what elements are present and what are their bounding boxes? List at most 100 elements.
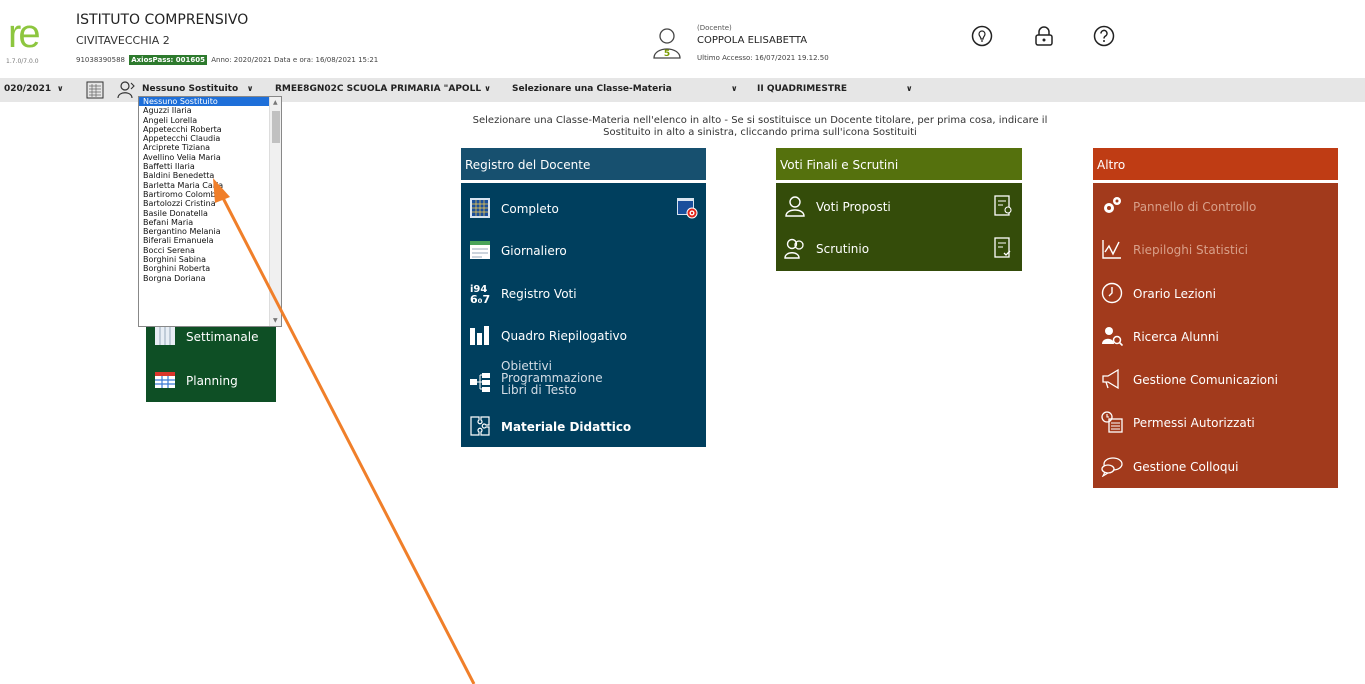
planning-icon <box>155 372 175 388</box>
dropdown-option[interactable]: Biferali Emanuela <box>139 236 281 245</box>
app-version: 1.7.0/7.0.0 <box>6 58 39 65</box>
dropdown-option[interactable]: Bocci Serena <box>139 246 281 255</box>
avatar-badge: 5 <box>664 49 670 59</box>
app-logo: re <box>8 12 41 56</box>
dropdown-option[interactable]: Borgna Doriana <box>139 274 281 283</box>
class-register-icon[interactable] <box>86 81 104 99</box>
scroll-down-icon[interactable]: ▼ <box>273 317 278 324</box>
class-select-value: Selezionare una Classe-Materia <box>512 84 672 94</box>
ricerca-alunni-item[interactable]: Ricerca Alunni <box>1093 315 1338 357</box>
substitute-select[interactable]: Nessuno Sostituito ∨ <box>142 84 253 94</box>
school-select-value: RMEE8GN02C SCUOLA PRIMARIA "APOLL <box>275 84 482 94</box>
search-user-icon <box>1102 327 1123 347</box>
dropdown-option[interactable]: Befani Maria <box>139 218 281 227</box>
dropdown-option[interactable]: Borghini Sabina <box>139 255 281 264</box>
chevron-down-icon: ∨ <box>241 84 254 93</box>
statistics-icon <box>1102 240 1121 259</box>
pannello-controllo-item[interactable]: Pannello di Controllo <box>1093 185 1338 227</box>
completo-item[interactable]: Completo <box>461 187 706 229</box>
giornaliero-label: Giornaliero <box>501 244 567 258</box>
year-date: Anno: 2020/2021 Data e ora: 16/08/2021 1… <box>211 56 379 64</box>
dropdown-option[interactable]: Bartiromo Colomba <box>139 190 281 199</box>
school-name: ISTITUTO COMPRENSIVO <box>76 12 249 28</box>
calendar-target-icon <box>677 198 698 219</box>
riepiloghi-statistici-item[interactable]: Riepiloghi Statistici <box>1093 228 1338 270</box>
conversation-icon <box>1101 457 1123 477</box>
scroll-thumb[interactable] <box>272 111 280 143</box>
substitute-select-value: Nessuno Sostituito <box>142 84 239 94</box>
substitute-dropdown-list[interactable]: Nessuno Sostituito Aguzzi Ilaria Angeli … <box>138 96 282 327</box>
lock-icon[interactable] <box>1033 25 1055 47</box>
school-select[interactable]: RMEE8GN02C SCUOLA PRIMARIA "APOLL ∨ <box>275 84 491 94</box>
obiettivi-item[interactable]: Obiettivi Programmazione Libri di Testo <box>461 357 706 407</box>
gestione-comunicazioni-label: Gestione Comunicazioni <box>1133 373 1278 387</box>
dropdown-option[interactable]: Bergantino Melania <box>139 227 281 236</box>
dropdown-scrollbar[interactable]: ▲ ▼ <box>269 97 281 326</box>
user-icon <box>785 196 805 217</box>
last-access: Ultimo Accesso: 16/07/2021 19.12.50 <box>697 54 829 62</box>
teacher-avatar-icon[interactable]: 5 <box>651 26 683 60</box>
school-city: CIVITAVECCHIA 2 <box>76 34 170 47</box>
green-item-planning-label: Planning <box>186 374 238 388</box>
bulb-icon[interactable] <box>971 25 993 47</box>
quadro-riepilogativo-item[interactable]: Quadro Riepilogativo <box>461 314 706 356</box>
gestione-colloqui-item[interactable]: Gestione Colloqui <box>1093 445 1338 487</box>
dropdown-option[interactable]: Baffetti Ilaria <box>139 162 281 171</box>
dropdown-option[interactable]: Baldini Benedetta <box>139 171 281 180</box>
teacher-name: COPPOLA ELISABETTA <box>697 35 808 46</box>
dropdown-option[interactable]: Angeli Lorella <box>139 116 281 125</box>
dropdown-option[interactable]: Barletta Maria Carla <box>139 181 281 190</box>
green-item-planning[interactable]: Planning <box>146 359 276 401</box>
giornaliero-item[interactable]: Giornaliero <box>461 229 706 271</box>
dropdown-option[interactable]: Arciprete Tiziana <box>139 143 281 152</box>
voti-finali-panel: Voti Proposti Scrutinio <box>776 183 1022 271</box>
gestione-comunicazioni-item[interactable]: Gestione Comunicazioni <box>1093 358 1338 400</box>
scroll-up-icon[interactable]: ▲ <box>273 99 278 106</box>
class-select[interactable]: Selezionare una Classe-Materia <box>512 84 672 94</box>
dropdown-option[interactable]: Basile Donatella <box>139 209 281 218</box>
dropdown-option[interactable]: Appetecchi Claudia <box>139 134 281 143</box>
svg-text:6₀7: 6₀7 <box>470 293 490 304</box>
orario-lezioni-item[interactable]: Orario Lezioni <box>1093 272 1338 314</box>
year-select-value: 020/2021 <box>4 84 52 94</box>
scrutinio-label: Scrutinio <box>816 242 870 256</box>
registro-voti-item[interactable]: i94 6₀7 Registro Voti <box>461 272 706 314</box>
materiale-didattico-item[interactable]: Materiale Didattico <box>461 405 706 447</box>
chevron-down-icon: ∨ <box>54 84 64 93</box>
hierarchy-icon <box>470 373 490 392</box>
teacher-role: (Docente) <box>697 24 732 32</box>
altro-header: Altro <box>1093 148 1338 180</box>
dropdown-option[interactable]: Appetecchi Roberta <box>139 125 281 134</box>
chevron-down-icon[interactable]: ∨ <box>906 84 913 93</box>
substitute-icon[interactable] <box>117 80 137 99</box>
dropdown-option[interactable]: Bartolozzi Cristina <box>139 199 281 208</box>
year-select[interactable]: 020/2021 ∨ <box>4 84 64 94</box>
dropdown-option[interactable]: Borghini Roberta <box>139 264 281 273</box>
users-icon <box>784 238 804 259</box>
dropdown-option[interactable]: Avellino Velia Maria <box>139 153 281 162</box>
chevron-down-icon[interactable]: ∨ <box>731 84 738 93</box>
axios-pass-badge: AxiosPass: 001605 <box>129 55 208 65</box>
document-check-icon <box>994 237 1011 258</box>
completo-label: Completo <box>501 202 559 216</box>
altro-panel: Pannello di Controllo Riepiloghi Statist… <box>1093 183 1338 488</box>
permessi-autorizzati-label: Permessi Autorizzati <box>1133 416 1255 430</box>
gestione-colloqui-label: Gestione Colloqui <box>1133 460 1239 474</box>
hint-line-1: Selezionare una Classe-Materia nell'elen… <box>472 115 1048 126</box>
dropdown-option[interactable]: Aguzzi Ilaria <box>139 106 281 115</box>
green-item-settimanale-label: Settimanale <box>186 330 259 344</box>
voti-finali-header: Voti Finali e Scrutini <box>776 148 1022 180</box>
permessi-autorizzati-item[interactable]: Permessi Autorizzati <box>1093 401 1338 443</box>
voti-proposti-label: Voti Proposti <box>816 200 891 214</box>
help-icon[interactable] <box>1093 25 1115 47</box>
hint-line-2: Sostituito in alto a sinistra, cliccando… <box>603 127 917 138</box>
scrutinio-item[interactable]: Scrutinio <box>776 227 1022 269</box>
instruction-hint: Selezionare una Classe-Materia nell'elen… <box>410 115 1110 139</box>
orario-lezioni-label: Orario Lezioni <box>1133 287 1216 301</box>
voti-proposti-item[interactable]: Voti Proposti <box>776 185 1022 227</box>
dropdown-option[interactable]: Nessuno Sostituito <box>139 97 281 107</box>
registro-docente-header: Registro del Docente <box>461 148 706 180</box>
pannello-controllo-label: Pannello di Controllo <box>1133 200 1257 214</box>
period-select[interactable]: II QUADRIMESTRE <box>757 84 847 94</box>
quadro-riepilogativo-label: Quadro Riepilogativo <box>501 329 627 343</box>
